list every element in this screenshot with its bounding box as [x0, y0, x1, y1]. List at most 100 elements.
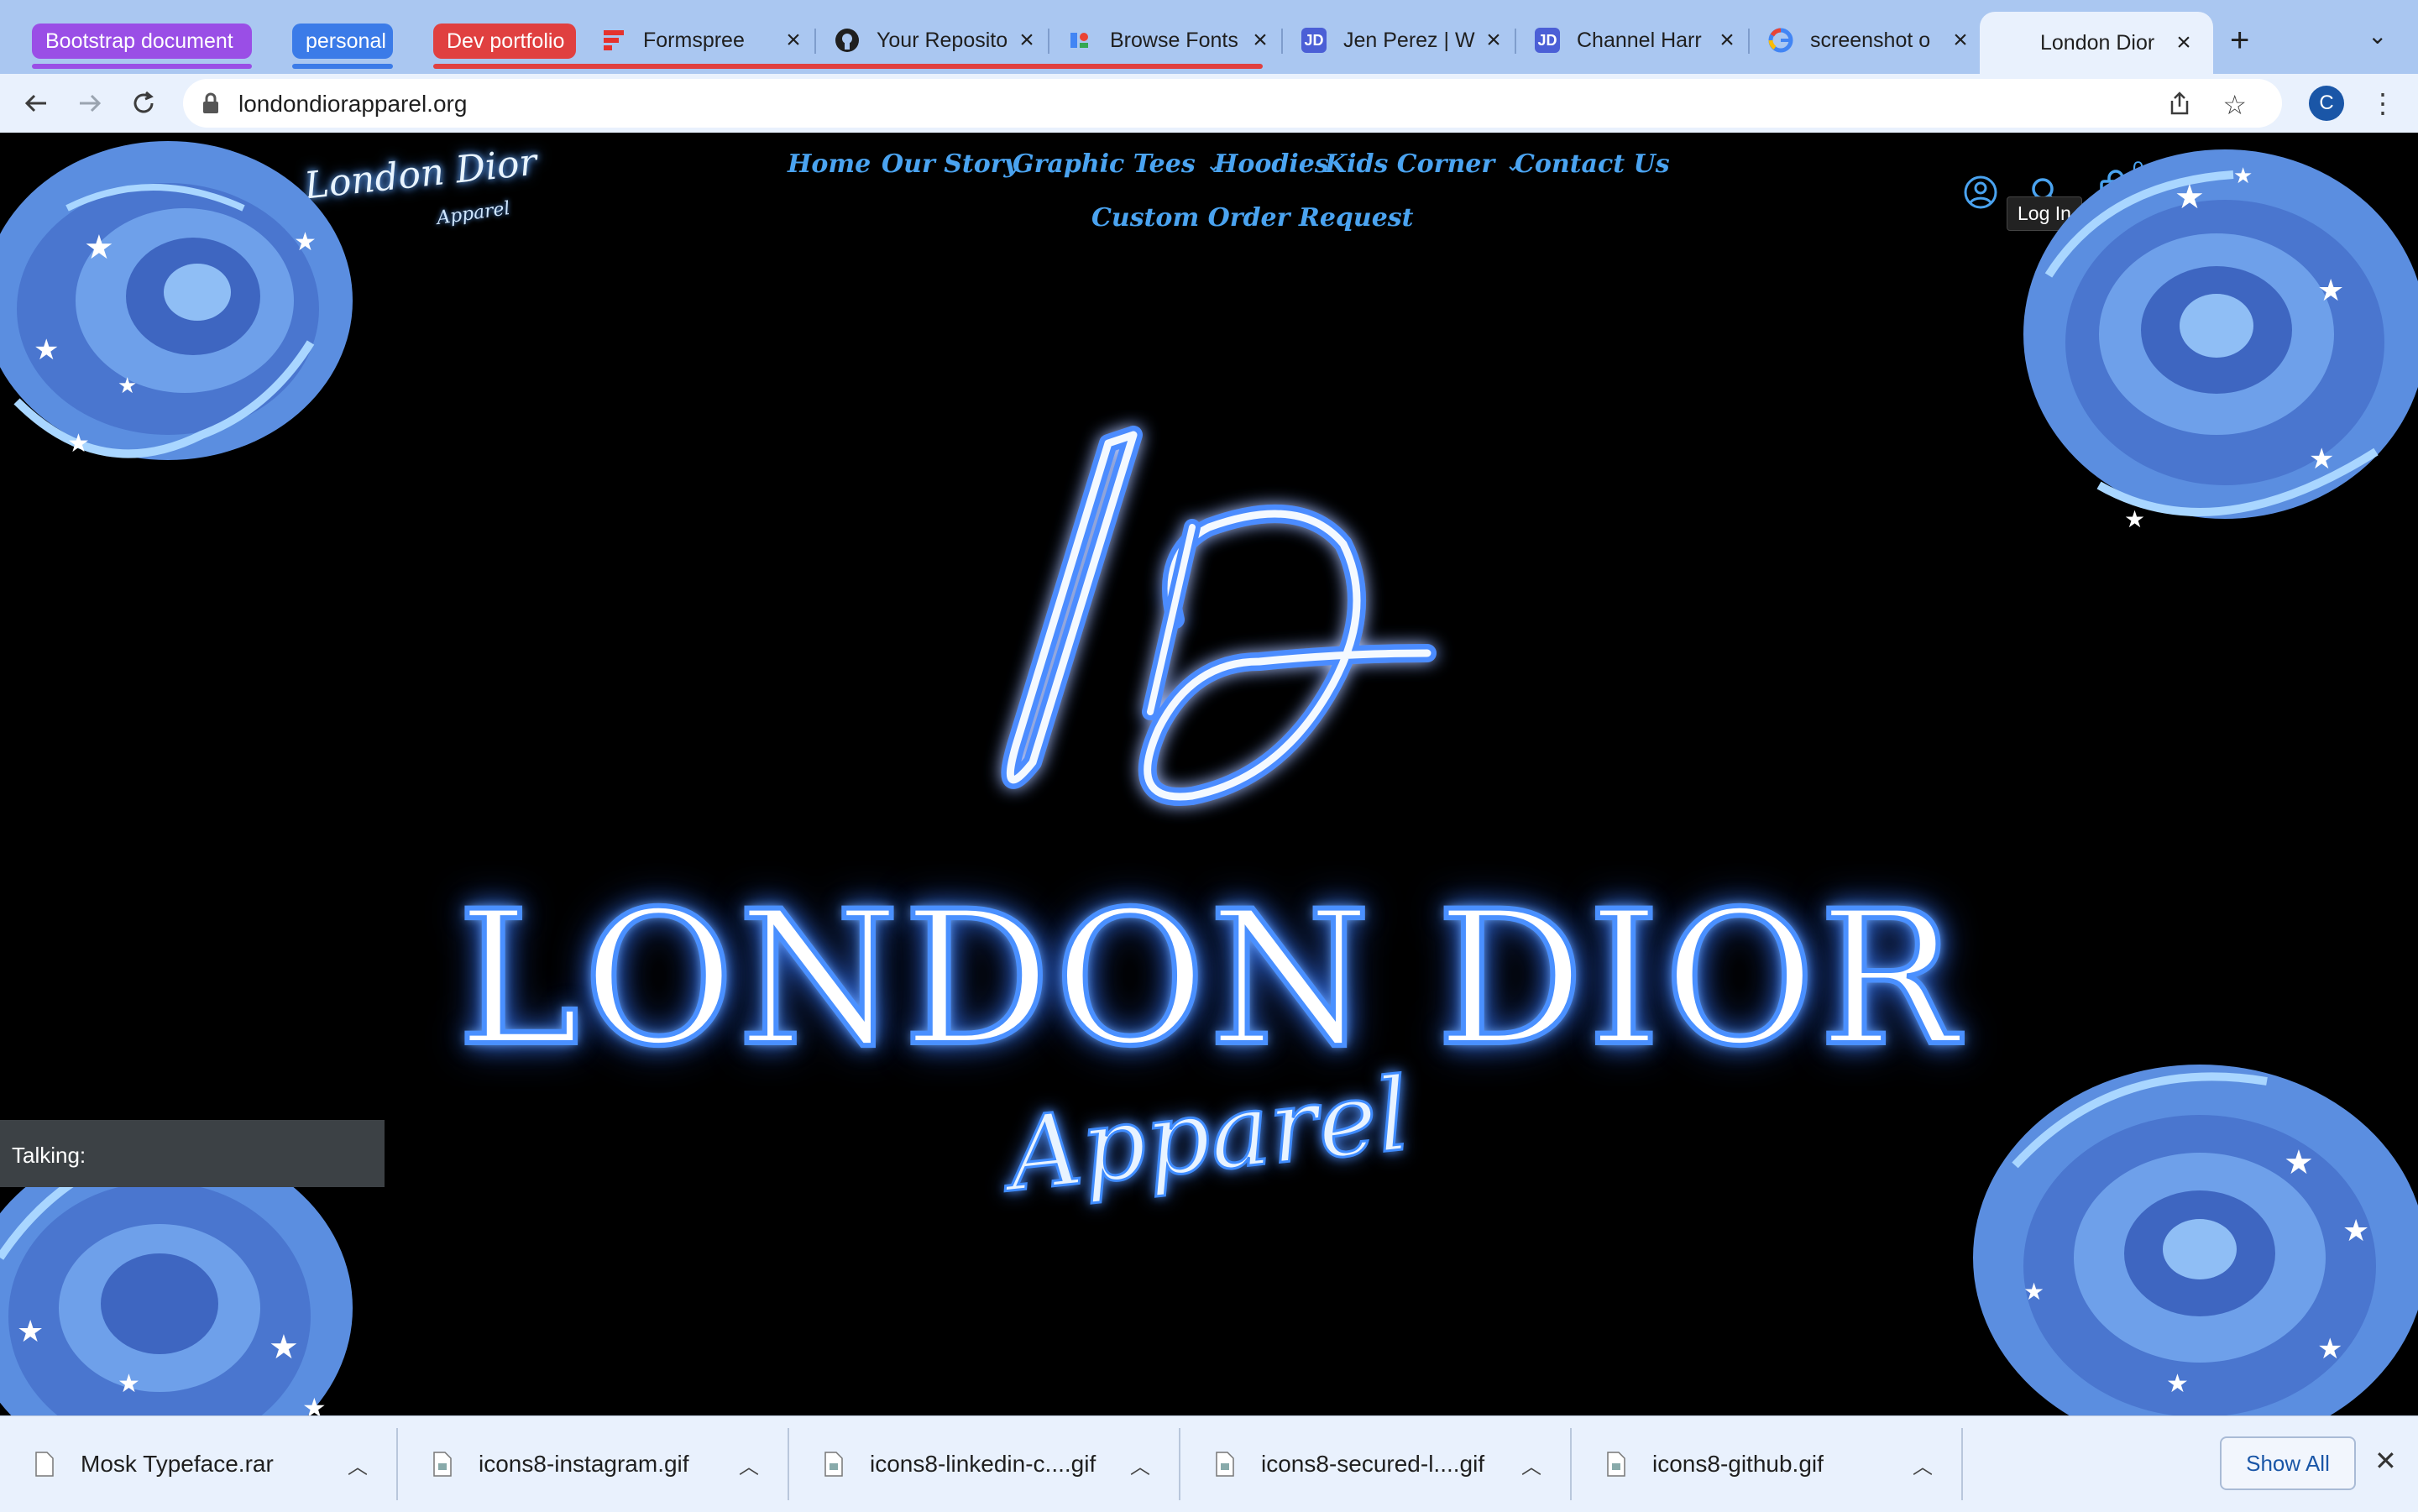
- google-icon: [1768, 28, 1793, 53]
- share-icon[interactable]: [2168, 91, 2191, 120]
- download-item[interactable]: icons8-github.gif ︿: [1572, 1416, 1961, 1512]
- website-viewport: London Dior Apparel Home Our Story Graph…: [0, 133, 2418, 1415]
- chevron-up-icon[interactable]: ︿: [348, 1450, 368, 1479]
- talking-indicator: Talking:: [0, 1120, 385, 1187]
- svg-text:★: ★: [2342, 1213, 2369, 1248]
- forward-arrow-icon: [80, 94, 102, 112]
- svg-text:★: ★: [2233, 163, 2253, 188]
- download-item[interactable]: icons8-secured-l....gif ︿: [1180, 1416, 1570, 1512]
- gif-file-icon: [433, 1452, 452, 1477]
- jd-icon: JD: [1301, 28, 1327, 53]
- close-icon[interactable]: ×: [2171, 29, 2196, 57]
- svg-text:★: ★: [2124, 506, 2145, 532]
- tab-group-underline: [433, 64, 1263, 69]
- formspree-icon: [601, 28, 626, 53]
- chevron-up-icon[interactable]: ︿: [1521, 1450, 1541, 1479]
- svg-text:★: ★: [84, 229, 114, 266]
- url-text[interactable]: londondiorapparel.org: [238, 91, 467, 118]
- ld-monogram-logo: [1001, 426, 1437, 806]
- file-icon: [35, 1452, 54, 1477]
- tab-formspree[interactable]: Formspree ×: [601, 17, 806, 64]
- new-tab-button[interactable]: +: [2230, 22, 2249, 60]
- download-item[interactable]: icons8-linkedin-c....gif ︿: [789, 1416, 1179, 1512]
- svg-text:★: ★: [2166, 1370, 2189, 1398]
- close-icon[interactable]: ✕: [2374, 1445, 2397, 1477]
- tab-title: Channel Harr: [1577, 28, 1702, 52]
- tab-divider: [814, 29, 816, 54]
- download-item[interactable]: Mosk Typeface.rar ︿: [0, 1416, 396, 1512]
- nav-label: Graphic Tees: [1013, 149, 1196, 179]
- gif-file-icon: [1607, 1452, 1625, 1477]
- close-icon[interactable]: ×: [1714, 26, 1740, 55]
- tab-group-dev-portfolio[interactable]: Dev portfolio: [433, 24, 576, 59]
- svg-text:★: ★: [17, 1314, 44, 1348]
- tab-group-personal[interactable]: personal: [292, 24, 393, 59]
- forward-button[interactable]: [71, 84, 109, 123]
- tab-github-repository[interactable]: Your Reposito ×: [835, 17, 1039, 64]
- download-divider: [1961, 1428, 1963, 1500]
- jd-icon: JD: [1535, 28, 1560, 53]
- tab-browse-fonts[interactable]: Browse Fonts ×: [1068, 17, 1273, 64]
- gif-file-icon: [824, 1452, 843, 1477]
- site-logo-subtitle[interactable]: Apparel: [436, 198, 511, 229]
- download-filename: icons8-instagram.gif: [479, 1451, 689, 1477]
- tab-title: Jen Perez | W: [1343, 28, 1475, 52]
- nav-custom-order-request[interactable]: Custom Order Request: [1091, 203, 1414, 233]
- address-bar[interactable]: londondiorapparel.org ☆: [183, 79, 2282, 128]
- blue-rose-top-left: ★ ★ ★ ★ ★: [0, 141, 353, 460]
- tab-channel[interactable]: JD Channel Harr ×: [1535, 17, 1740, 64]
- chevron-up-icon[interactable]: ︿: [1913, 1450, 1933, 1479]
- svg-text:★: ★: [2023, 1279, 2044, 1305]
- tab-strip: Bootstrap document personal Dev portfoli…: [0, 0, 2418, 74]
- download-filename: Mosk Typeface.rar: [81, 1451, 274, 1477]
- nav-our-story[interactable]: Our Story: [882, 149, 1018, 179]
- download-filename: icons8-linkedin-c....gif: [870, 1451, 1096, 1477]
- lock-icon[interactable]: [202, 92, 220, 119]
- tab-google-search[interactable]: screenshot o ×: [1768, 17, 1973, 64]
- svg-text:★: ★: [2317, 1333, 2342, 1365]
- bookmark-star-icon[interactable]: ☆: [2222, 89, 2247, 121]
- reload-button[interactable]: [124, 84, 163, 123]
- tab-title: London Dior: [2040, 30, 2155, 55]
- svg-text:★: ★: [118, 373, 137, 398]
- svg-text:★: ★: [67, 430, 90, 458]
- close-icon[interactable]: ×: [1948, 26, 1973, 55]
- chevron-up-icon[interactable]: ︿: [1130, 1450, 1150, 1479]
- show-all-downloads-button[interactable]: Show All: [2220, 1436, 2356, 1490]
- tab-title: screenshot o: [1810, 28, 1931, 52]
- tab-search-chevron-icon[interactable]: ⌄: [2368, 22, 2387, 50]
- github-icon: [835, 28, 860, 53]
- tab-jen-perez[interactable]: JD Jen Perez | W ×: [1301, 17, 1506, 64]
- tab-title: Browse Fonts: [1110, 28, 1238, 52]
- svg-text:★: ★: [302, 1393, 327, 1415]
- tab-london-dior-active[interactable]: London Dior ×: [1980, 12, 2213, 74]
- tab-divider: [1048, 29, 1049, 54]
- nav-contact-us[interactable]: Contact Us: [1515, 149, 1670, 179]
- svg-text:★: ★: [2309, 443, 2334, 475]
- tab-divider: [1748, 29, 1750, 54]
- blue-rose-top-right: ★ ★ ★ ★ ★: [2023, 149, 2418, 532]
- close-icon[interactable]: ×: [1248, 26, 1273, 55]
- profile-avatar[interactable]: C: [2309, 86, 2344, 121]
- close-icon[interactable]: ×: [1481, 26, 1506, 55]
- svg-text:★: ★: [294, 228, 317, 256]
- nav-hoodies[interactable]: Hoodies: [1214, 149, 1329, 179]
- nav-graphic-tees[interactable]: Graphic Tees ⌄: [1013, 149, 1220, 179]
- tab-title: Formspree: [643, 28, 745, 52]
- tab-divider: [1281, 29, 1283, 54]
- browser-menu-icon[interactable]: ⋮: [2369, 86, 2396, 121]
- back-arrow-icon: [24, 94, 46, 112]
- close-icon[interactable]: ×: [1014, 26, 1039, 55]
- tab-group-bootstrap[interactable]: Bootstrap document: [32, 24, 252, 59]
- download-filename: icons8-secured-l....gif: [1261, 1451, 1485, 1477]
- google-fonts-icon: [1068, 28, 1093, 53]
- tab-group-underline: [32, 64, 252, 69]
- close-icon[interactable]: ×: [781, 26, 806, 55]
- chevron-up-icon[interactable]: ︿: [739, 1450, 759, 1479]
- back-button[interactable]: [17, 84, 55, 123]
- svg-text:★: ★: [2284, 1144, 2314, 1181]
- svg-text:★: ★: [2317, 273, 2344, 307]
- nav-kids-corner[interactable]: Kids Corner ⌄: [1325, 149, 1519, 179]
- download-item[interactable]: icons8-instagram.gif ︿: [398, 1416, 788, 1512]
- nav-home[interactable]: Home: [788, 149, 871, 179]
